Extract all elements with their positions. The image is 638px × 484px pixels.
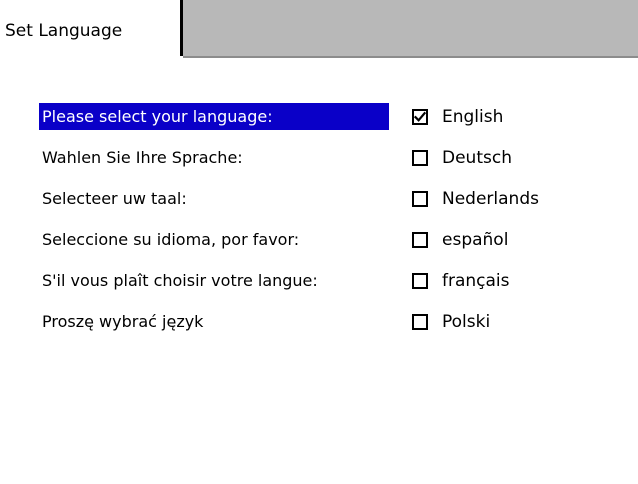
language-option-francais[interactable]: français — [412, 271, 510, 291]
language-row-english: Please select your language: English — [39, 103, 579, 144]
tab-label: Set Language — [5, 21, 123, 41]
language-row-francais: S'il vous plaît choisir votre langue: fr… — [39, 267, 579, 308]
language-option-label: Deutsch — [442, 148, 512, 168]
language-list: Please select your language: English Wah… — [39, 103, 579, 349]
language-row-nederlands: Selecteer uw taal: Nederlands — [39, 185, 579, 226]
language-option-label: English — [442, 107, 504, 127]
language-prompt: Selecteer uw taal: — [42, 189, 187, 208]
panel-top-border — [183, 56, 638, 64]
language-option-polski[interactable]: Polski — [412, 312, 490, 332]
language-option-espanol[interactable]: español — [412, 230, 508, 250]
language-prompt: S'il vous plaît choisir votre langue: — [42, 271, 318, 290]
language-prompt: Seleccione su idioma, por favor: — [42, 230, 300, 249]
language-prompt: Wahlen Sie Ihre Sprache: — [42, 148, 243, 167]
checkbox-unchecked-icon[interactable] — [412, 273, 428, 289]
checkbox-unchecked-icon[interactable] — [412, 191, 428, 207]
language-option-label: français — [442, 271, 510, 291]
language-row-deutsch: Wahlen Sie Ihre Sprache: Deutsch — [39, 144, 579, 185]
language-option-deutsch[interactable]: Deutsch — [412, 148, 512, 168]
language-prompt: Please select your language: — [39, 103, 389, 130]
language-prompt: Proszę wybrać język — [42, 312, 204, 331]
checkbox-unchecked-icon[interactable] — [412, 232, 428, 248]
set-language-screen: Set Language Please select your language… — [0, 0, 638, 484]
language-option-english[interactable]: English — [412, 107, 503, 127]
language-option-nederlands[interactable]: Nederlands — [412, 189, 539, 209]
checkbox-unchecked-icon[interactable] — [412, 314, 428, 330]
checkbox-checked-icon[interactable] — [412, 109, 428, 125]
language-row-polski: Proszę wybrać język Polski — [39, 308, 579, 349]
tab-set-language[interactable]: Set Language — [0, 0, 183, 56]
language-option-label: español — [442, 230, 509, 250]
language-row-espanol: Seleccione su idioma, por favor: español — [39, 226, 579, 267]
language-option-label: Polski — [442, 312, 491, 332]
language-option-label: Nederlands — [442, 189, 539, 209]
checkbox-unchecked-icon[interactable] — [412, 150, 428, 166]
